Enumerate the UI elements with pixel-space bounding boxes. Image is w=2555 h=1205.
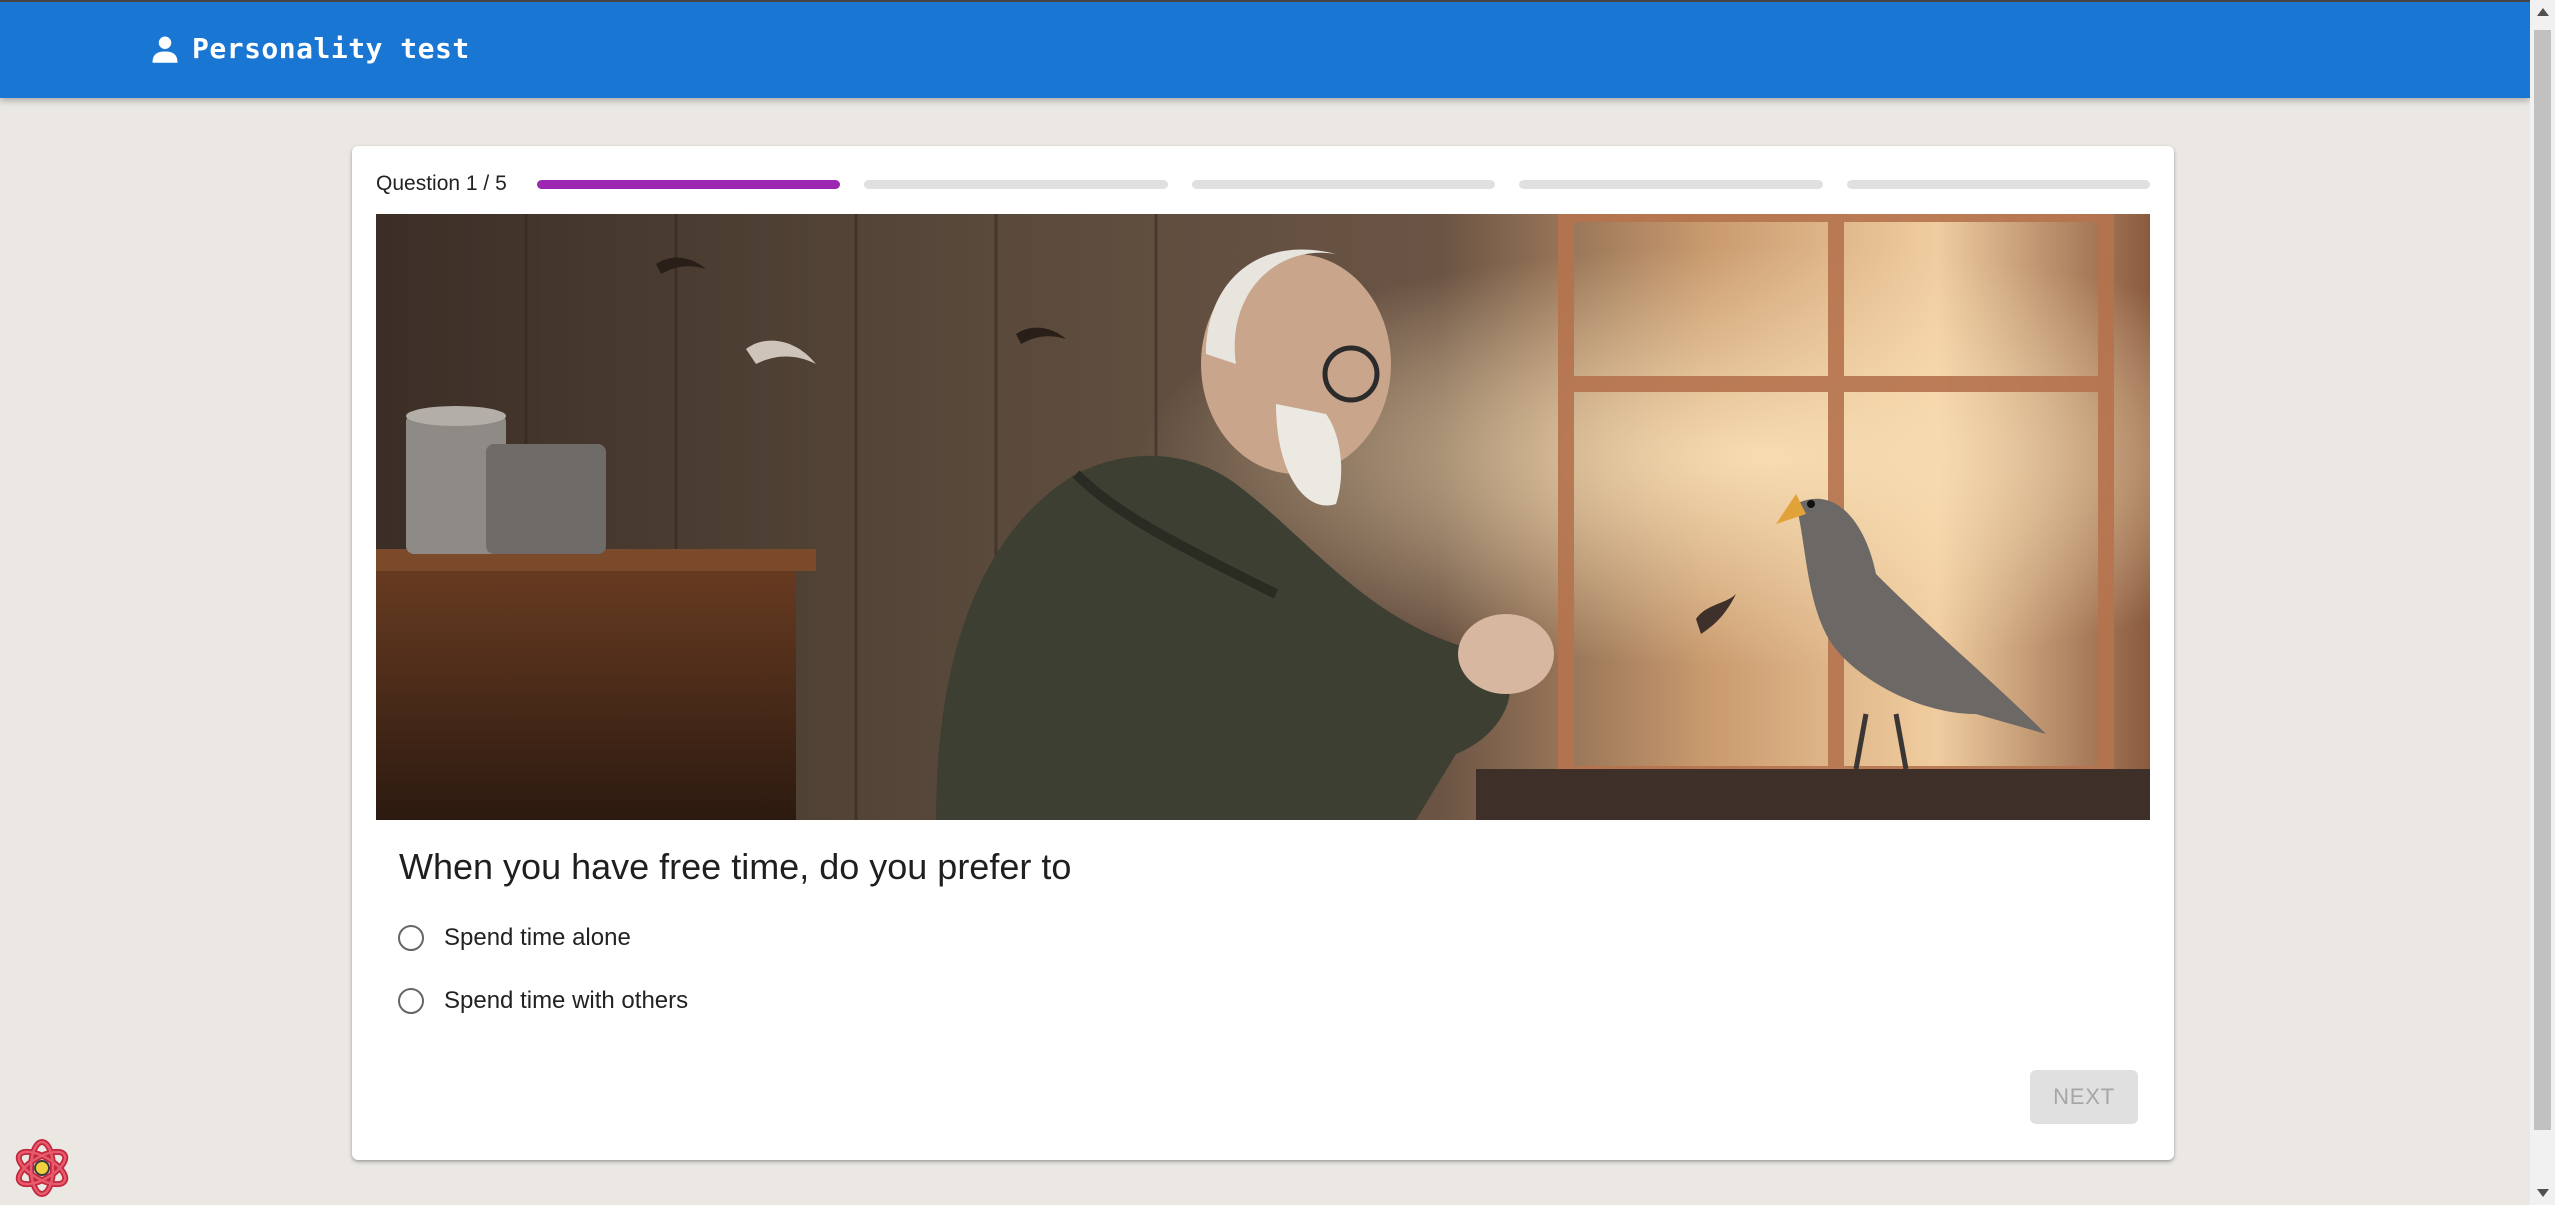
person-icon [152,36,178,63]
progress-segment-2 [864,179,1168,189]
app-brand: Personality test [150,32,470,65]
option-others-label[interactable]: Spend time with others [444,987,688,1015]
app-title: Personality test [192,32,470,65]
progress-segment-4 [1519,179,1823,189]
question-card: Question 1 / 5 When you have free time, … [352,146,2174,1160]
scroll-up-icon[interactable] [2537,8,2549,16]
progress-stepper [536,179,2151,189]
question-counter: Question 1 / 5 [376,172,507,195]
progress-segment-1 [536,179,841,189]
radio-others[interactable] [398,988,424,1014]
page-scrollbar[interactable] [2530,0,2555,1205]
question-illustration [376,214,2150,820]
progress-segment-3 [1191,179,1496,189]
react-logo-icon [15,1139,69,1197]
option-alone-label[interactable]: Spend time alone [444,924,631,952]
question-text: When you have free time, do you prefer t… [399,846,1072,887]
scroll-down-icon[interactable] [2537,1189,2549,1197]
progress-row: Question 1 / 5 [376,172,2151,196]
option-others[interactable]: Spend time with others [398,983,688,1019]
answer-options: Spend time alone Spend time with others [398,920,688,1046]
radio-alone[interactable] [398,925,424,951]
next-button[interactable]: NEXT [2030,1070,2138,1124]
option-alone[interactable]: Spend time alone [398,920,688,956]
react-devtools-button[interactable] [10,1138,74,1198]
app-bar: Personality test [0,0,2530,98]
progress-segment-5 [1846,179,2151,189]
scrollbar-thumb[interactable] [2534,30,2551,1130]
